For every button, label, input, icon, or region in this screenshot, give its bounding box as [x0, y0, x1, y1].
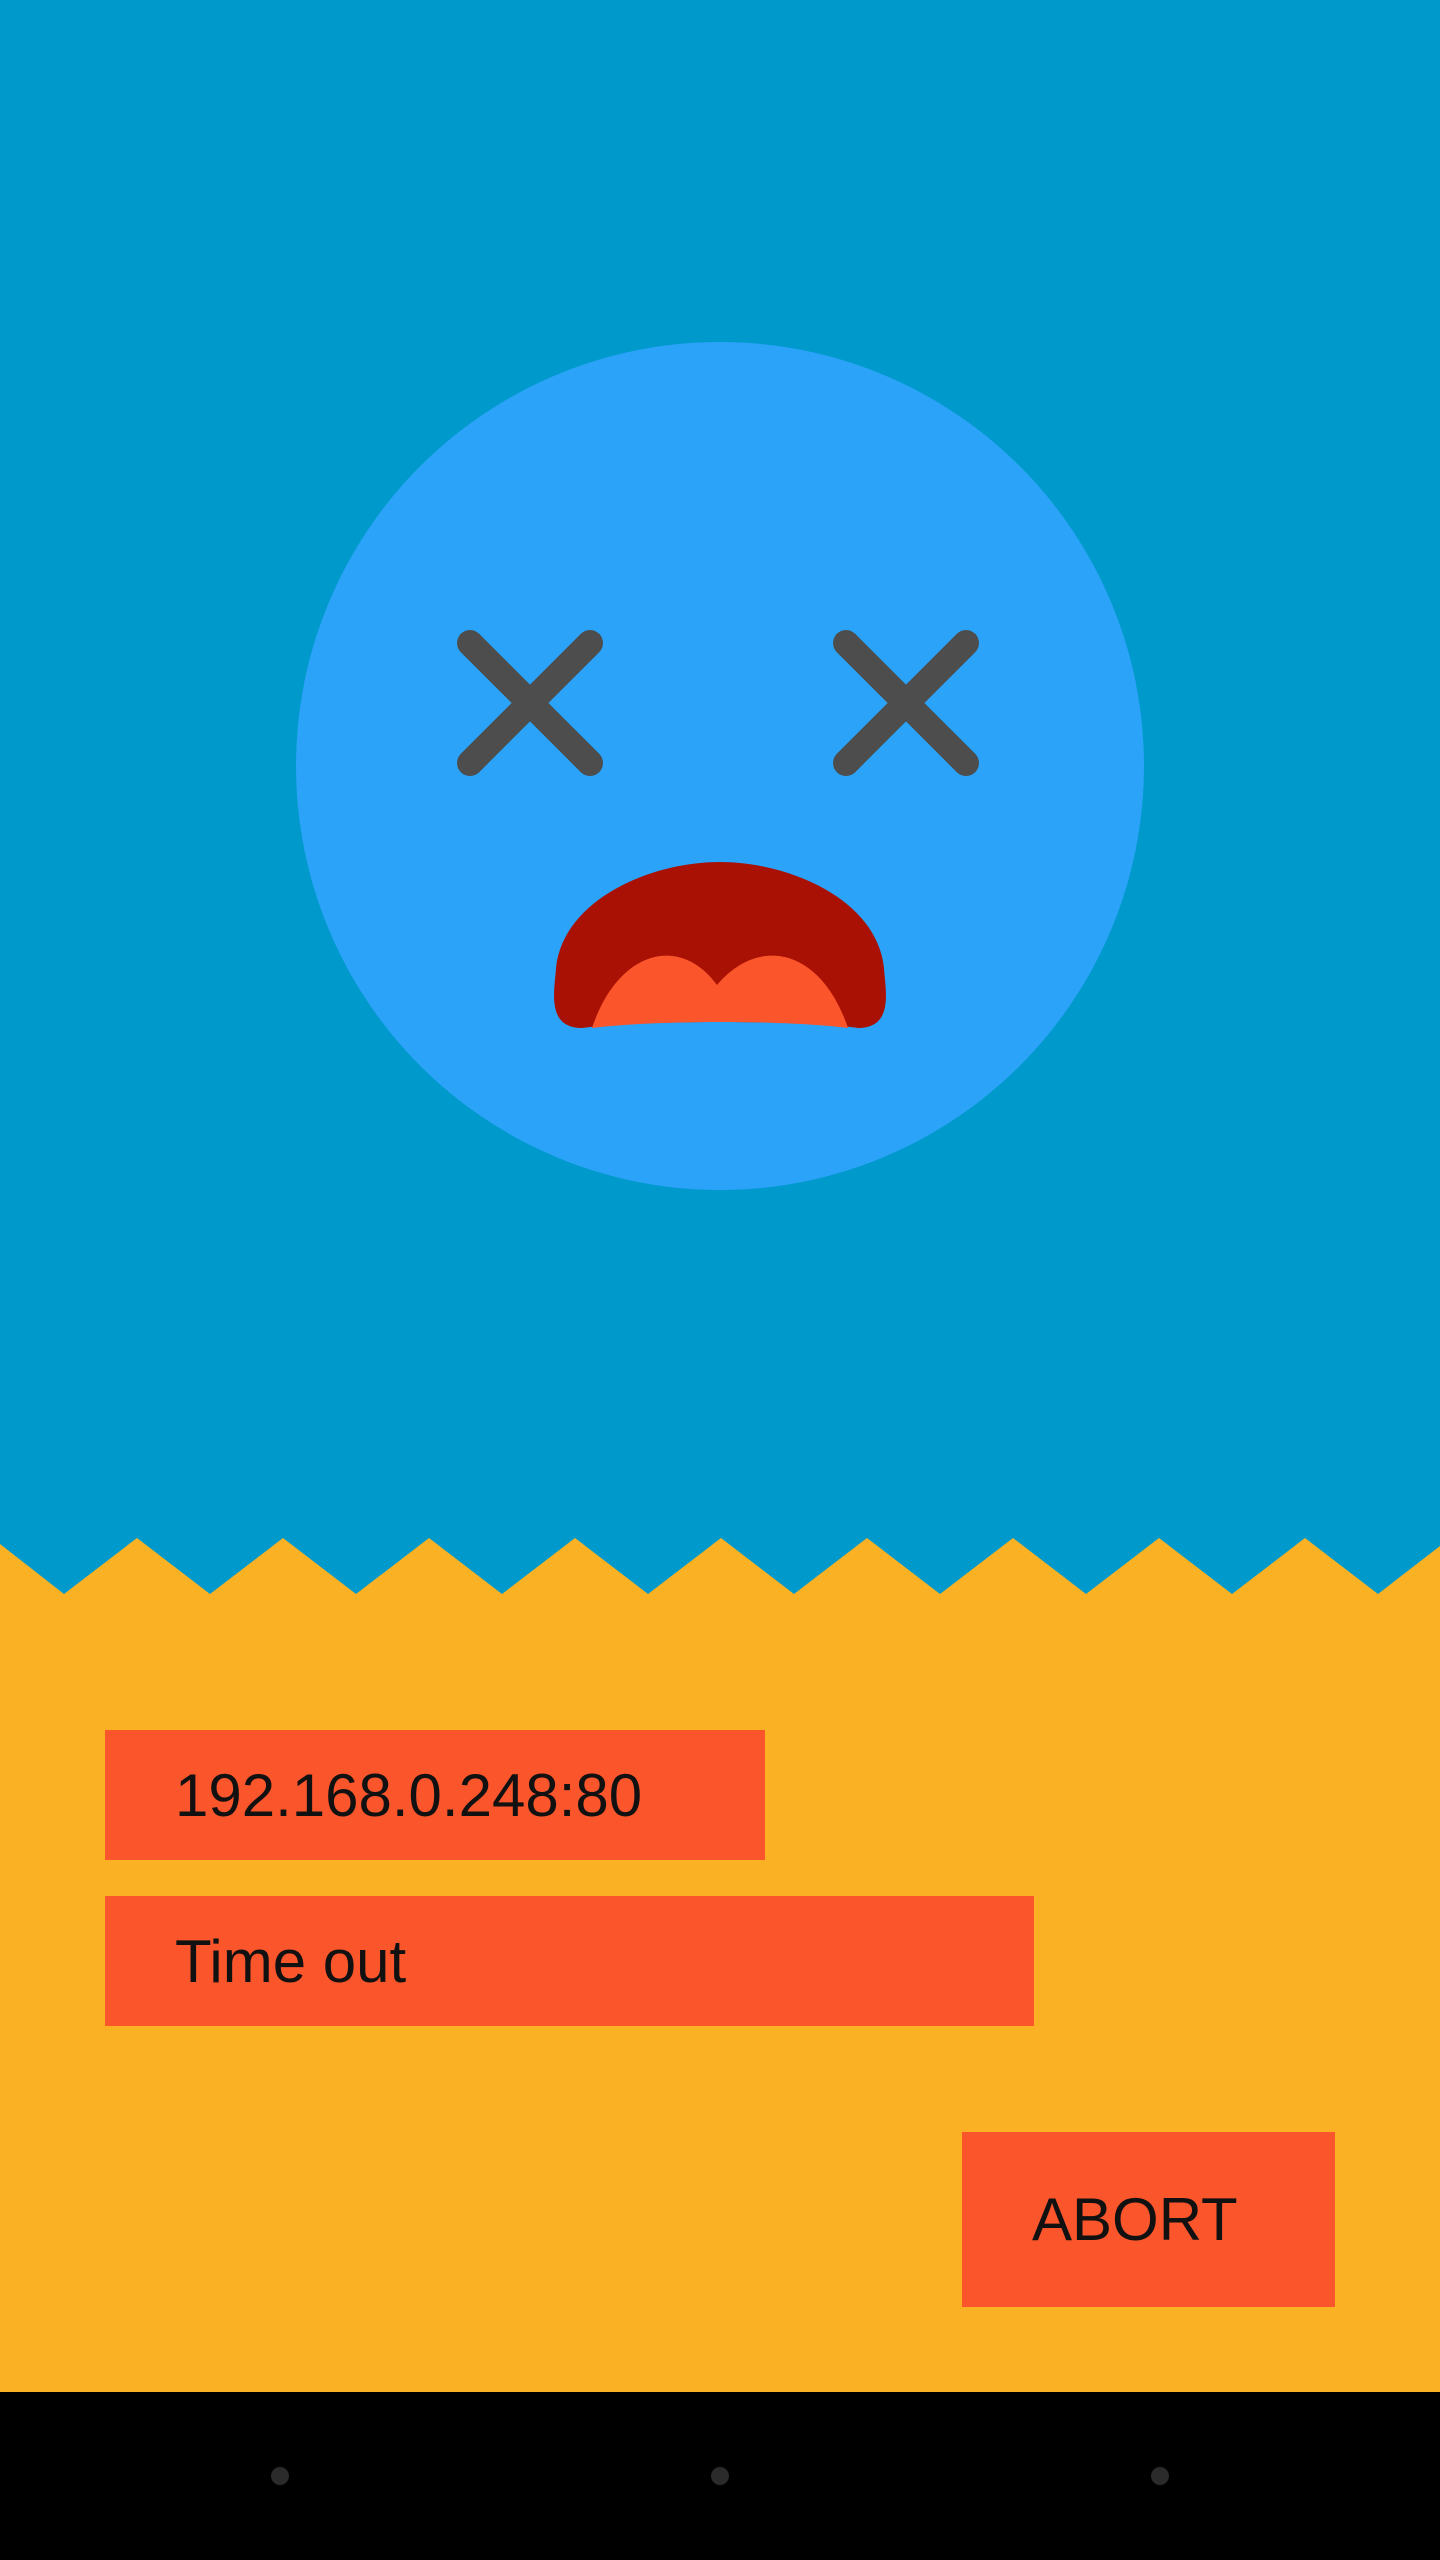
- abort-button-label: ABORT: [1032, 2186, 1238, 2253]
- home-icon[interactable]: [711, 2467, 729, 2485]
- illustration-area: [0, 0, 1440, 1620]
- back-icon[interactable]: [271, 2467, 289, 2485]
- recents-icon[interactable]: [1151, 2467, 1169, 2485]
- error-screen: 192.168.0.248:80 Time out ABORT: [0, 0, 1440, 2560]
- error-text: Time out: [175, 1927, 407, 1995]
- abort-button[interactable]: ABORT: [962, 2132, 1335, 2307]
- face-circle: [296, 342, 1144, 1190]
- address-chip: 192.168.0.248:80: [105, 1730, 765, 1860]
- dead-face-icon: [0, 0, 1440, 1620]
- error-chip: Time out: [105, 1896, 1034, 2026]
- address-text: 192.168.0.248:80: [175, 1761, 643, 1829]
